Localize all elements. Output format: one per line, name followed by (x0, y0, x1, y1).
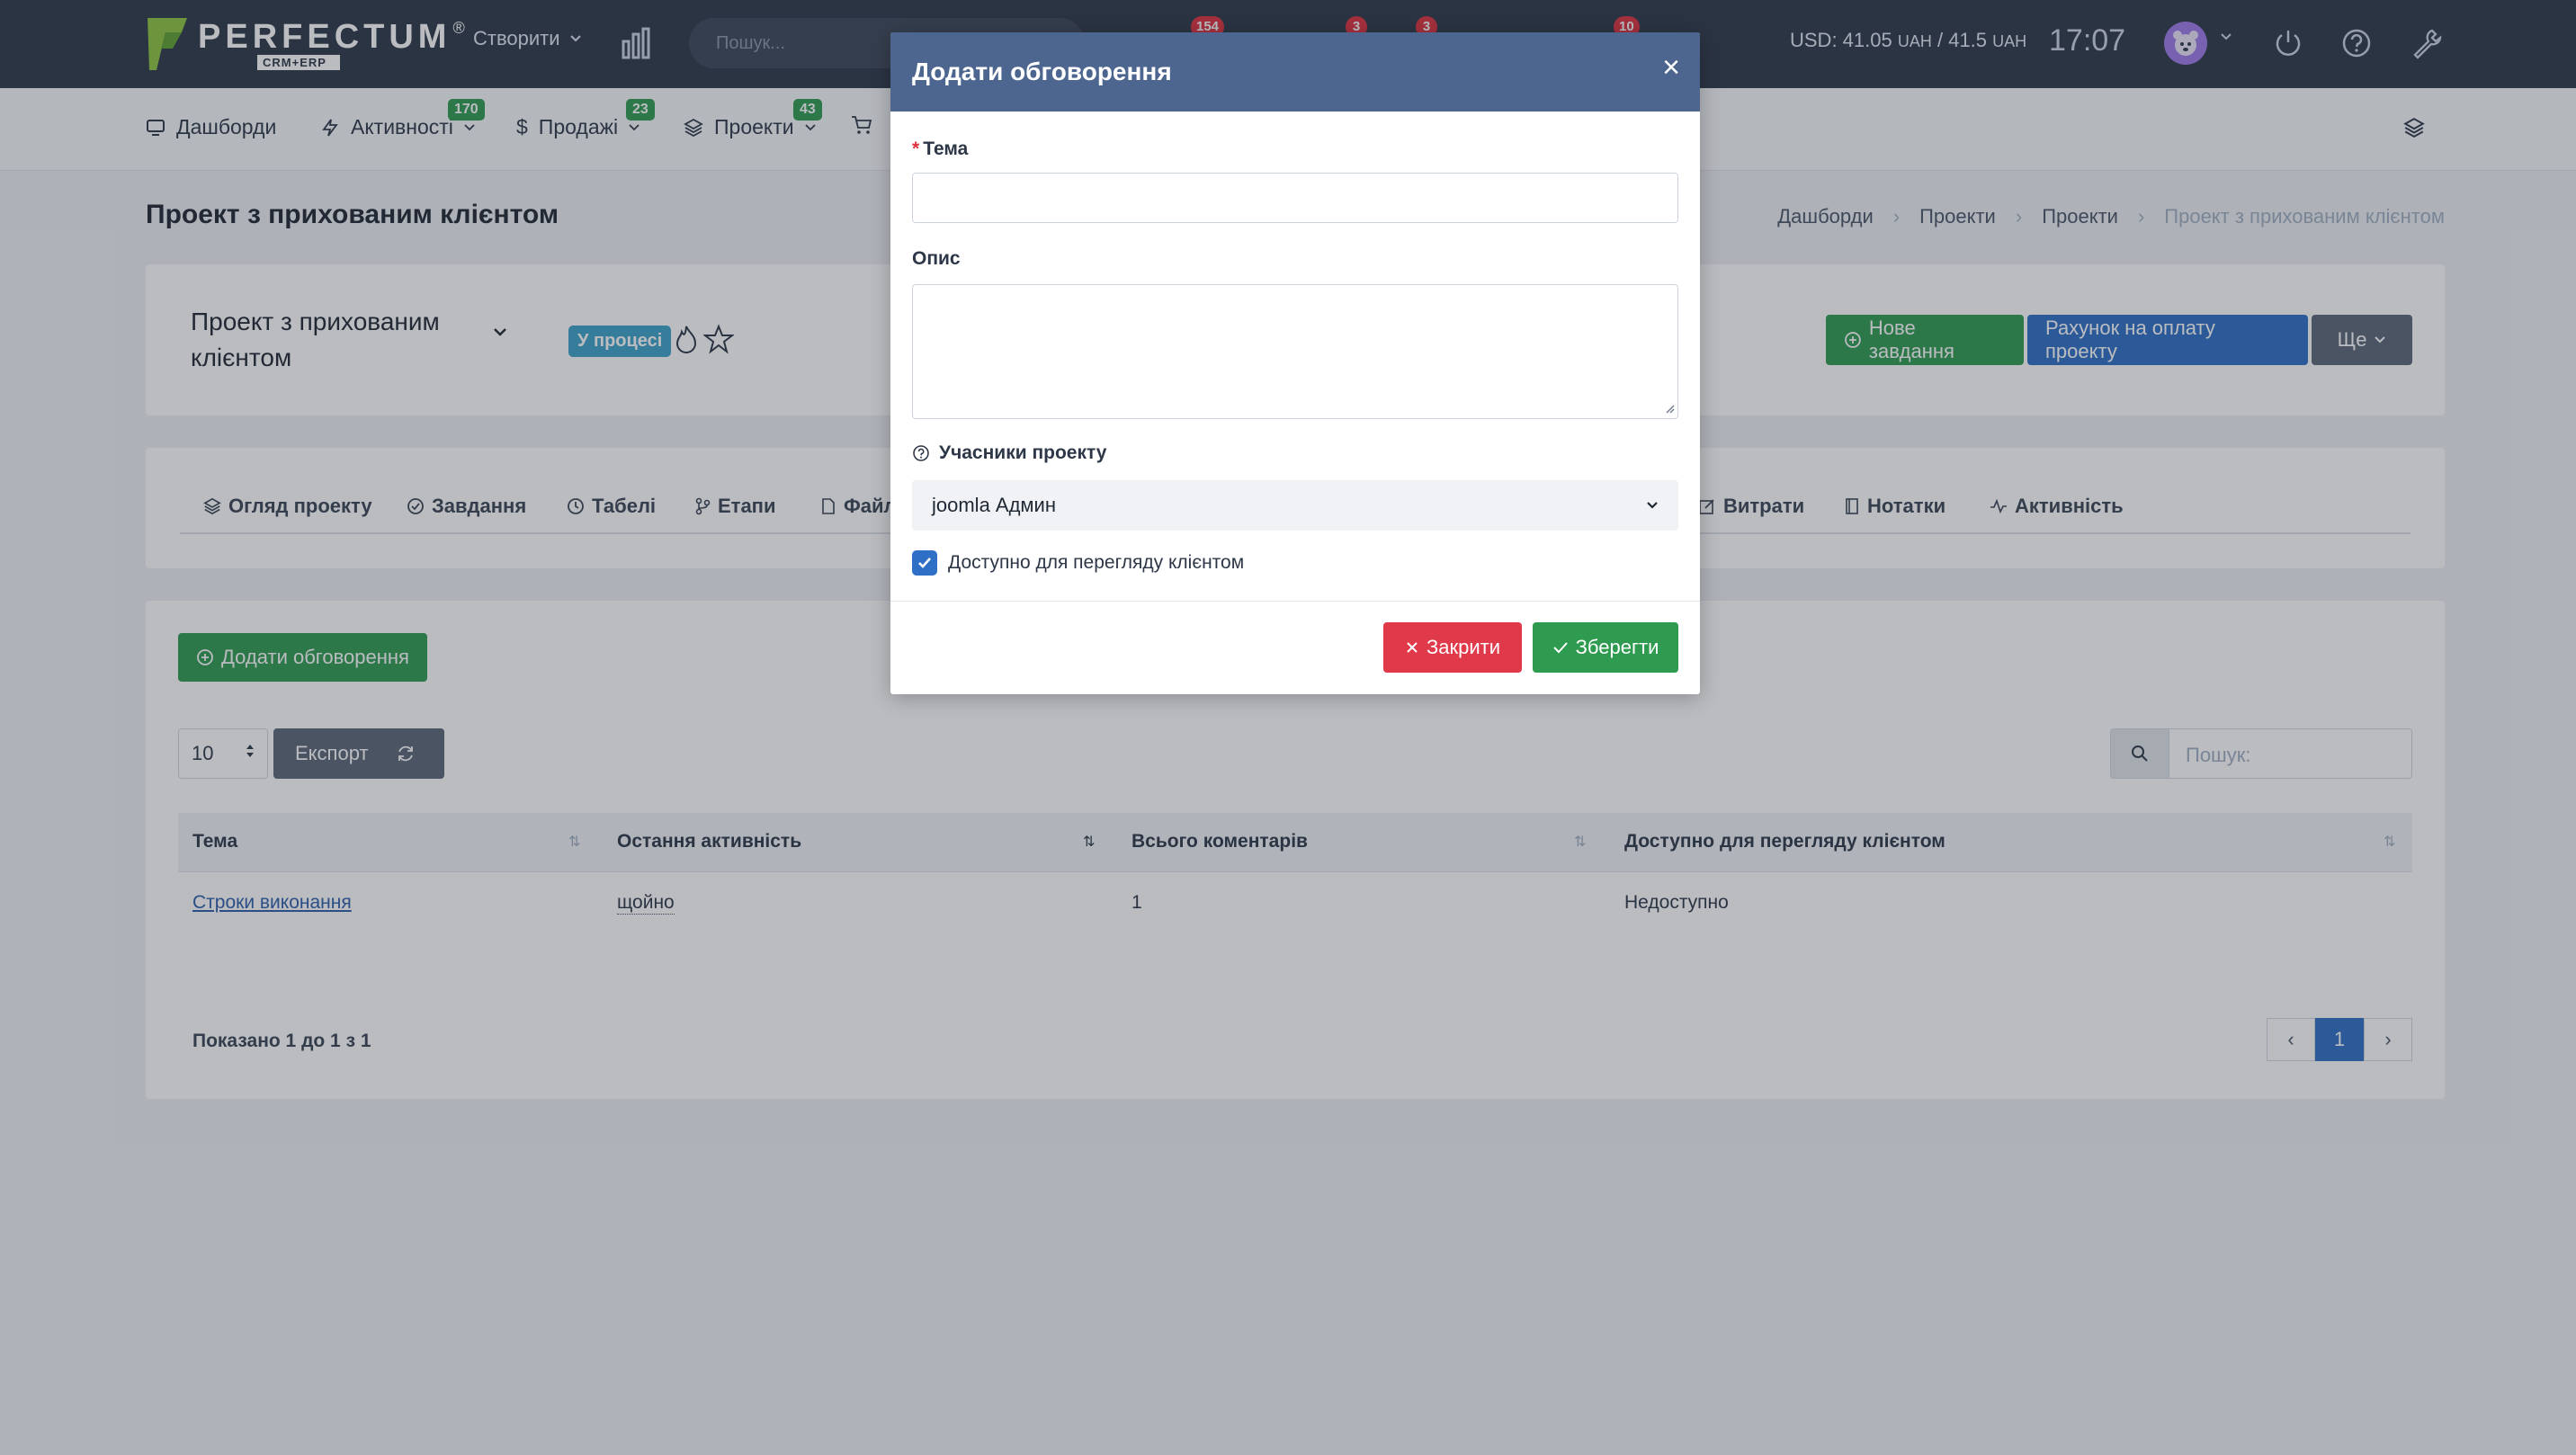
chevron-down-icon (1647, 502, 1658, 509)
modal-header: Додати обговорення × (890, 32, 1700, 112)
members-label-text: Учасники проекту (939, 442, 1107, 463)
save-button[interactable]: Зберегти (1533, 622, 1678, 673)
description-field-label: Опис (912, 248, 961, 269)
save-button-label: Зберегти (1575, 636, 1659, 658)
x-icon (1407, 642, 1418, 653)
checkmark-icon (1552, 642, 1568, 654)
close-button-label: Закрити (1426, 636, 1501, 658)
description-textarea[interactable] (912, 284, 1678, 419)
client-visible-label: Доступно для перегляду клієнтом (948, 552, 1245, 573)
checkmark-icon (918, 558, 931, 568)
topic-label-text: Тема (923, 138, 969, 159)
members-field-label: Учасники проекту (912, 442, 1106, 464)
modal-title: Додати обговорення (912, 58, 1172, 85)
add-discussion-modal: Додати обговорення × * Тема Опис Учасники… (890, 32, 1700, 694)
close-button[interactable]: Закрити (1383, 622, 1522, 673)
topic-input[interactable] (912, 173, 1678, 223)
resize-handle-icon[interactable] (1664, 403, 1675, 414)
client-visible-option[interactable]: Доступно для перегляду клієнтом (912, 550, 1244, 576)
required-asterisk: * (912, 138, 920, 159)
client-visible-checkbox[interactable] (912, 550, 937, 576)
close-icon[interactable]: × (1662, 52, 1680, 83)
project-members-select[interactable]: joomla Админ (912, 480, 1678, 531)
help-icon[interactable] (912, 444, 930, 462)
modal-footer-divider (890, 601, 1700, 602)
topic-field-label: * Тема (912, 138, 968, 160)
selected-member: joomla Админ (932, 494, 1056, 516)
